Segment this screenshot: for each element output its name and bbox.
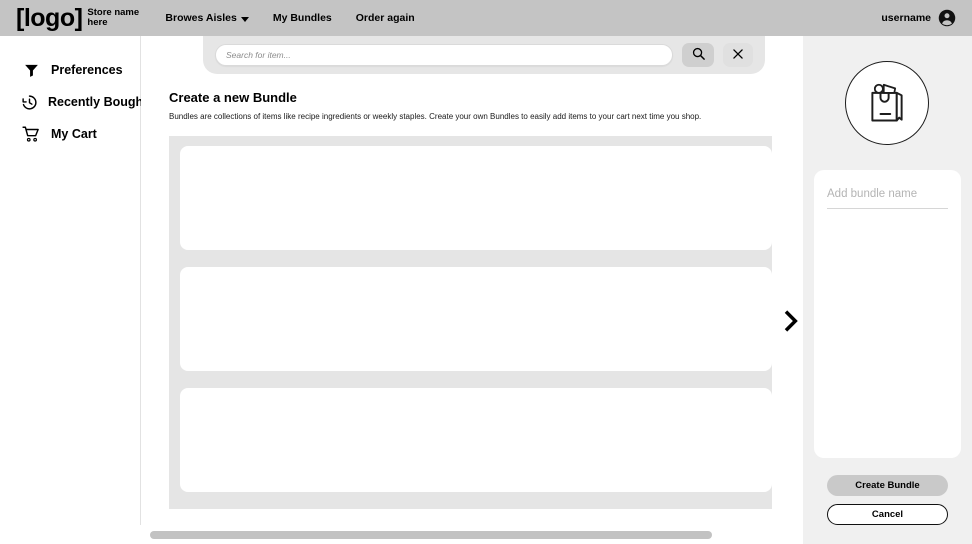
username-label: username — [881, 12, 931, 24]
chevron-right-icon — [778, 308, 804, 337]
cancel-button[interactable]: Cancel — [827, 504, 948, 525]
logo-placeholder: [logo] — [16, 3, 83, 32]
brand-logo-area[interactable]: [logo] Store name here — [16, 3, 143, 32]
app-root: [logo] Store name here Browes Aisles My … — [0, 0, 972, 544]
bundle-builder-panel: Create Bundle Cancel — [803, 36, 972, 544]
nav-item-my-bundles[interactable]: My Bundles — [273, 12, 332, 24]
top-header-bar: [logo] Store name here Browes Aisles My … — [0, 0, 972, 36]
account-circle-icon — [938, 9, 956, 27]
close-x-icon — [731, 47, 745, 64]
filter-funnel-icon — [21, 60, 41, 80]
sidebar-item-label: My Cart — [51, 127, 97, 141]
user-account-button[interactable]: username — [881, 0, 956, 36]
horizontal-scrollbar-track[interactable] — [141, 531, 803, 540]
sidebar-item-recently-bought[interactable]: Recently Bought — [0, 86, 147, 118]
shopping-cart-icon — [21, 124, 41, 144]
search-input[interactable] — [215, 44, 673, 66]
bundle-name-input[interactable] — [827, 184, 948, 209]
page-description: Bundles are collections of items like re… — [169, 112, 702, 121]
main-content-area: Create a new Bundle Bundles are collecti… — [141, 74, 803, 525]
chevron-down-icon — [240, 16, 249, 22]
clear-search-button[interactable] — [723, 43, 753, 67]
skeleton-card — [180, 146, 772, 250]
left-sidebar: Preferences Recently Bought My Cart — [0, 36, 147, 525]
skeleton-card — [180, 388, 772, 492]
sidebar-item-preferences[interactable]: Preferences — [0, 54, 140, 86]
bundle-details-card — [814, 170, 961, 458]
primary-navigation: Browes Aisles My Bundles Order again — [165, 12, 414, 24]
skeleton-card — [180, 267, 772, 371]
store-name-label: Store name here — [87, 7, 140, 28]
nav-item-label: My Bundles — [272, 12, 332, 24]
bundle-avatar — [845, 61, 929, 145]
page-title: Create a new Bundle — [169, 90, 297, 105]
sidebar-item-label: Preferences — [51, 63, 123, 77]
item-list-skeleton — [169, 136, 772, 509]
nav-item-browse-aisles[interactable]: Browes Aisles — [165, 12, 249, 24]
sidebar-item-my-cart[interactable]: My Cart — [0, 118, 140, 150]
search-button[interactable] — [682, 43, 714, 67]
search-icon — [691, 46, 706, 64]
search-panel — [203, 36, 765, 74]
horizontal-scrollbar-thumb[interactable] — [150, 531, 712, 539]
nav-item-label: Order again — [355, 12, 415, 24]
clock-history-icon — [21, 92, 38, 112]
nav-item-order-again[interactable]: Order again — [356, 12, 415, 24]
sidebar-item-label: Recently Bought — [48, 95, 148, 109]
grocery-bag-icon — [861, 75, 913, 132]
create-bundle-button[interactable]: Create Bundle — [827, 475, 948, 496]
nav-item-label: Browes Aisles — [165, 12, 237, 24]
